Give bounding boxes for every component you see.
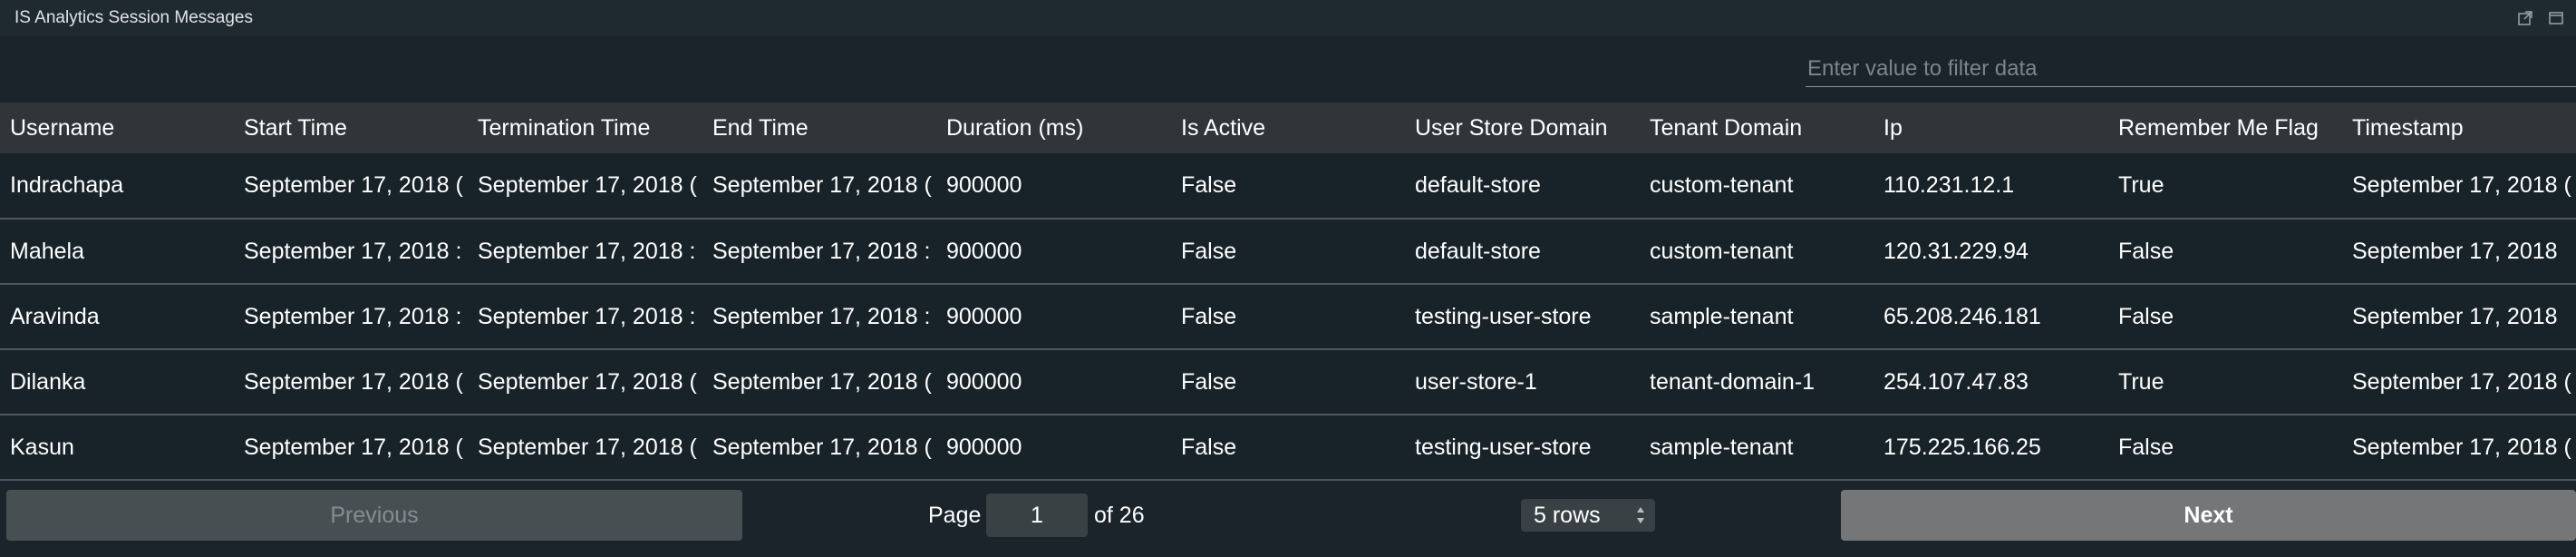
column-header-ip[interactable]: Ip: [1874, 103, 2108, 153]
table-cell: default-store: [1405, 153, 1640, 220]
table-cell: 65.208.246.181: [1874, 284, 2108, 350]
data-table: Username Start Time Termination Time End…: [0, 103, 2576, 481]
maximize-icon[interactable]: [2547, 9, 2565, 27]
widget-title: IS Analytics Session Messages: [15, 8, 253, 27]
table-cell: tenant-domain-1: [1640, 349, 1874, 415]
table-cell: September 17, 2018 (: [702, 153, 936, 220]
table-cell: 900000: [936, 284, 1171, 350]
table-cell: September 17, 2018 (: [2342, 415, 2576, 481]
table-cell: September 17, 2018 (: [234, 349, 468, 415]
table-cell: 110.231.12.1: [1874, 153, 2108, 220]
page-total: of 26: [1094, 503, 1145, 528]
table-cell: September 17, 2018 (: [2342, 153, 2576, 220]
pagination: Previous Page of 26 5 rows Next: [0, 490, 2576, 541]
column-header-remember-me-flag[interactable]: Remember Me Flag: [2108, 103, 2342, 153]
table-cell: True: [2108, 349, 2342, 415]
table-cell: September 17, 2018 (: [702, 349, 936, 415]
window-controls: [2516, 9, 2565, 27]
column-header-user-store-domain[interactable]: User Store Domain: [1405, 103, 1640, 153]
table-cell: False: [1171, 349, 1405, 415]
table-cell: September 17, 2018 (: [702, 415, 936, 481]
table-cell: Indrachapa: [0, 153, 234, 220]
table-row[interactable]: Kasun September 17, 2018 ( September 17,…: [0, 415, 2576, 481]
table-cell: September 17, 2018 (: [234, 153, 468, 220]
table-cell: default-store: [1405, 219, 1640, 285]
table-cell: False: [1171, 415, 1405, 481]
table-cell: Kasun: [0, 415, 234, 481]
column-header-tenant-domain[interactable]: Tenant Domain: [1640, 103, 1874, 153]
page-label: Page: [928, 503, 982, 528]
table-cell: sample-tenant: [1640, 284, 1874, 350]
table-cell: False: [1171, 153, 1405, 220]
table-cell: September 17, 2018 :: [702, 284, 936, 350]
sort-arrows-icon: [1635, 504, 1646, 533]
page-number-input[interactable]: [986, 493, 1088, 537]
table-cell: Aravinda: [0, 284, 234, 350]
column-header-timestamp[interactable]: Timestamp: [2342, 103, 2576, 153]
table-row[interactable]: Mahela September 17, 2018 : September 17…: [0, 219, 2576, 285]
table-cell: 900000: [936, 219, 1171, 285]
table-cell: September 17, 2018 (: [234, 415, 468, 481]
table-cell: Mahela: [0, 219, 234, 285]
column-header-is-active[interactable]: Is Active: [1171, 103, 1405, 153]
table-cell: 120.31.229.94: [1874, 219, 2108, 285]
table-cell: September 17, 2018 (: [468, 349, 702, 415]
table-cell: September 17, 2018 (: [468, 415, 702, 481]
table-cell: September 17, 2018 :: [234, 219, 468, 285]
table-cell: September 17, 2018 :: [702, 219, 936, 285]
table-cell: user-store-1: [1405, 349, 1640, 415]
table-cell: September 17, 2018: [2342, 219, 2576, 285]
table-cell: False: [1171, 284, 1405, 350]
table-cell: Dilanka: [0, 349, 234, 415]
filter-input[interactable]: [1806, 51, 2576, 87]
next-button[interactable]: Next: [1841, 490, 2576, 541]
widget: IS Analytics Session Messages Username S…: [0, 0, 2576, 557]
table-cell: September 17, 2018 :: [468, 219, 702, 285]
title-bar: IS Analytics Session Messages: [0, 0, 2576, 36]
previous-button[interactable]: Previous: [6, 490, 742, 541]
rows-per-page-value: 5 rows: [1534, 502, 1601, 528]
column-header-end-time[interactable]: End Time: [702, 103, 936, 153]
column-header-duration[interactable]: Duration (ms): [936, 103, 1171, 153]
table-cell: September 17, 2018 :: [234, 284, 468, 350]
table-cell: 254.107.47.83: [1874, 349, 2108, 415]
table-cell: False: [1171, 219, 1405, 285]
table-cell: September 17, 2018 (: [468, 153, 702, 220]
table-cell: 175.225.166.25: [1874, 415, 2108, 481]
table-cell: 900000: [936, 153, 1171, 220]
table-cell: custom-tenant: [1640, 153, 1874, 220]
table-cell: True: [2108, 153, 2342, 220]
column-header-start-time[interactable]: Start Time: [234, 103, 468, 153]
table-cell: testing-user-store: [1405, 284, 1640, 350]
popout-icon[interactable]: [2516, 9, 2534, 27]
table-cell: 900000: [936, 415, 1171, 481]
table-cell: False: [2108, 219, 2342, 285]
column-header-termination-time[interactable]: Termination Time: [468, 103, 702, 153]
table-cell: 900000: [936, 349, 1171, 415]
table-cell: custom-tenant: [1640, 219, 1874, 285]
table-row[interactable]: Indrachapa September 17, 2018 ( Septembe…: [0, 153, 2576, 220]
table-cell: September 17, 2018 (: [2342, 349, 2576, 415]
table-header-row: Username Start Time Termination Time End…: [0, 103, 2576, 153]
table-row[interactable]: Dilanka September 17, 2018 ( September 1…: [0, 349, 2576, 415]
table-cell: False: [2108, 284, 2342, 350]
table-cell: September 17, 2018: [2342, 284, 2576, 350]
table-row[interactable]: Aravinda September 17, 2018 : September …: [0, 284, 2576, 350]
column-header-username[interactable]: Username: [0, 103, 234, 153]
table-cell: sample-tenant: [1640, 415, 1874, 481]
table-cell: testing-user-store: [1405, 415, 1640, 481]
table-cell: September 17, 2018 :: [468, 284, 702, 350]
rows-per-page-select[interactable]: 5 rows: [1521, 499, 1655, 532]
table-cell: False: [2108, 415, 2342, 481]
